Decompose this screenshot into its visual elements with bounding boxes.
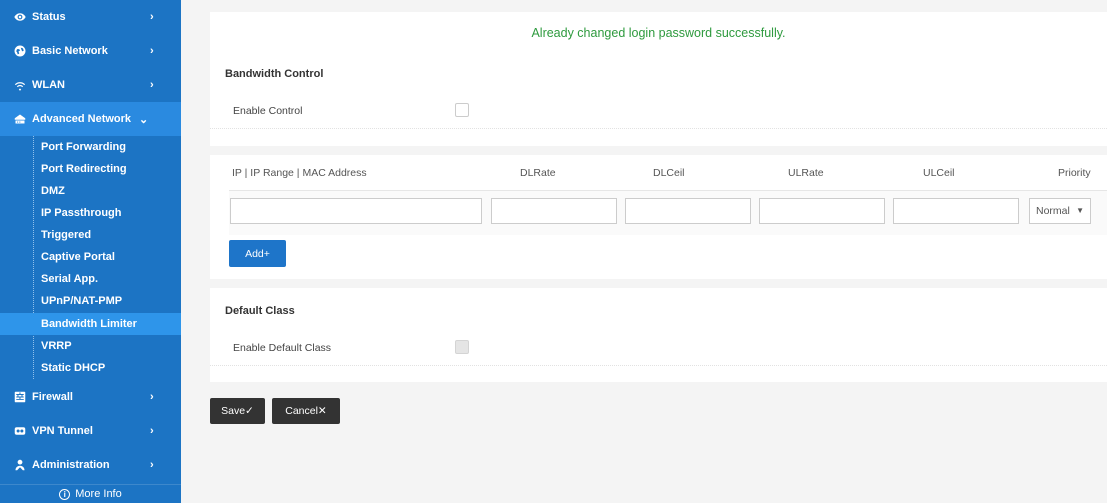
enable-default-class-label: Enable Default Class — [233, 342, 332, 354]
chevron-right-icon: › — [150, 459, 154, 471]
section-title: Default Class — [225, 305, 295, 317]
nav-advanced-network[interactable]: Advanced Network ⌄ — [0, 102, 181, 136]
column-header-ulrate: ULRate — [788, 166, 824, 179]
submenu-static-dhcp[interactable]: Static DHCP — [0, 357, 181, 379]
submenu-dmz[interactable]: DMZ — [0, 180, 181, 202]
chevron-right-icon: › — [150, 79, 154, 91]
nav-label: Status — [32, 11, 66, 23]
chevron-right-icon: › — [150, 425, 154, 437]
sidebar: Status › Basic Network › WLAN › Advanced… — [0, 0, 181, 503]
nav-label: Basic Network — [32, 45, 108, 57]
submenu-triggered[interactable]: Triggered — [0, 224, 181, 246]
chevron-right-icon: › — [150, 391, 154, 403]
chevron-right-icon: › — [150, 11, 154, 23]
submenu-captive-portal[interactable]: Captive Portal — [0, 246, 181, 268]
nav-label: VPN Tunnel — [32, 425, 93, 437]
submenu-vrrp[interactable]: VRRP — [0, 335, 181, 357]
nav-label: WLAN — [32, 79, 65, 91]
admin-icon — [10, 459, 30, 471]
wifi-icon — [10, 79, 30, 91]
dropdown-arrow-icon: ▼ — [1076, 206, 1084, 215]
nav-administration[interactable]: Administration › — [0, 448, 181, 482]
dlceil-input[interactable] — [625, 198, 751, 224]
firewall-icon — [10, 391, 30, 403]
enable-control-row: Enable Control — [210, 93, 1107, 129]
ulceil-input[interactable] — [893, 198, 1019, 224]
submenu-ip-passthrough[interactable]: IP Passthrough — [0, 202, 181, 224]
default-class-panel: Default Class Enable Default Class — [210, 288, 1107, 382]
enable-default-class-row: Enable Default Class — [210, 330, 1107, 366]
enable-default-class-checkbox[interactable] — [455, 340, 469, 354]
nav-vpn-tunnel[interactable]: VPN Tunnel › — [0, 414, 181, 448]
address-input[interactable] — [230, 198, 482, 224]
column-header-address: IP | IP Range | MAC Address — [232, 166, 367, 179]
info-icon: i — [59, 488, 71, 500]
bandwidth-control-panel: Bandwidth Control Enable Control — [210, 54, 1107, 146]
nav-wlan[interactable]: WLAN › — [0, 68, 181, 102]
submenu-upnp-nat-pmp[interactable]: UPnP/NAT-PMP — [0, 290, 181, 312]
success-message: Already changed login password successfu… — [210, 12, 1107, 54]
section-title: Bandwidth Control — [225, 68, 324, 80]
chevron-down-icon: ⌄ — [139, 113, 149, 126]
eye-icon — [10, 11, 30, 23]
submenu-serial-app[interactable]: Serial App. — [0, 268, 181, 290]
column-header-ulceil: ULCeil — [923, 166, 955, 179]
priority-value: Normal — [1036, 205, 1070, 217]
column-header-dlrate: DLRate — [520, 166, 556, 179]
ulrate-input[interactable] — [759, 198, 885, 224]
advanced-network-submenu: Port Forwarding Port Redirecting DMZ IP … — [0, 136, 181, 379]
dlrate-input[interactable] — [491, 198, 617, 224]
vpn-icon — [10, 425, 30, 437]
save-button[interactable]: Save✓ — [210, 398, 265, 424]
submenu-bandwidth-limiter[interactable]: Bandwidth Limiter — [0, 313, 181, 335]
nav-label: Firewall — [32, 391, 73, 403]
enable-control-checkbox[interactable] — [455, 103, 469, 117]
nav-firewall[interactable]: Firewall › — [0, 380, 181, 414]
cancel-button[interactable]: Cancel✕ — [272, 398, 340, 424]
nav-label: Advanced Network — [32, 113, 132, 125]
main-content: Already changed login password successfu… — [181, 0, 1107, 503]
nav-status[interactable]: Status › — [0, 0, 181, 34]
bandwidth-rules-panel: IP | IP Range | MAC Address DLRate DLCei… — [210, 155, 1107, 279]
nav-basic-network[interactable]: Basic Network › — [0, 34, 181, 68]
router-icon — [10, 113, 30, 125]
submenu-port-forwarding[interactable]: Port Forwarding — [0, 136, 181, 158]
priority-select[interactable]: Normal ▼ — [1029, 198, 1091, 224]
more-info-label: More Info — [75, 488, 122, 500]
more-info-link[interactable]: i More Info — [0, 484, 181, 503]
nav-label: Administration — [32, 459, 110, 471]
globe-icon — [10, 45, 30, 57]
column-header-priority: Priority — [1058, 166, 1091, 179]
submenu-port-redirecting[interactable]: Port Redirecting — [0, 158, 181, 180]
column-header-dlceil: DLCeil — [653, 166, 685, 179]
chevron-right-icon: › — [150, 45, 154, 57]
add-rule-button[interactable]: Add+ — [229, 240, 286, 267]
enable-control-label: Enable Control — [233, 105, 303, 117]
